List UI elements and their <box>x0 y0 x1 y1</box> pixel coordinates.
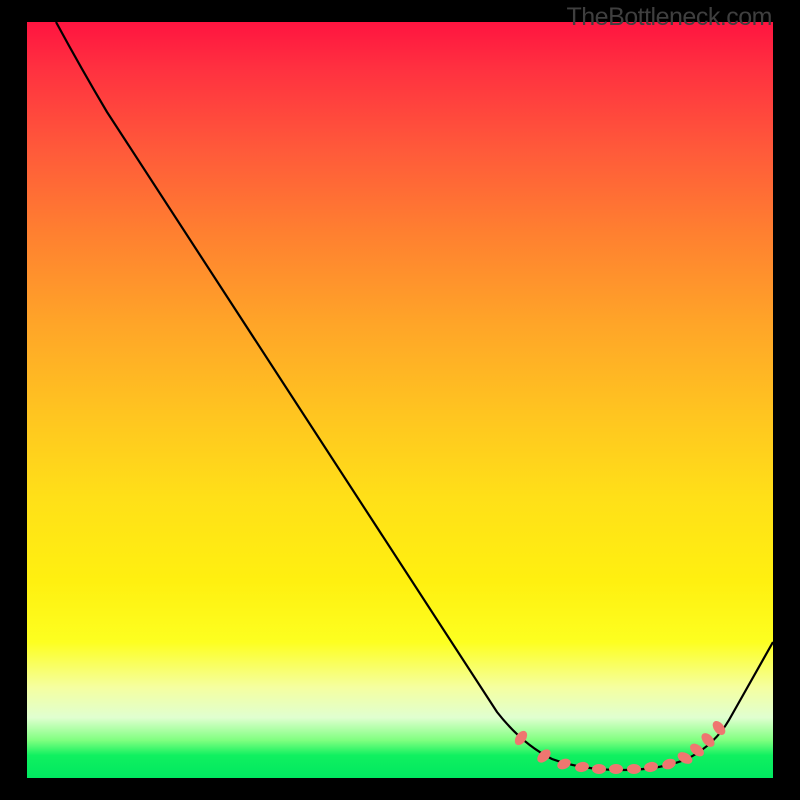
marker <box>627 764 641 774</box>
marker <box>574 761 590 773</box>
chart-svg <box>27 22 773 778</box>
marker <box>592 764 606 774</box>
bottleneck-curve <box>56 22 773 770</box>
marker <box>609 764 623 774</box>
plot-area <box>27 22 773 778</box>
marker-group <box>512 719 728 774</box>
watermark-text: TheBottleneck.com <box>567 3 773 32</box>
marker <box>556 757 573 772</box>
marker <box>661 757 678 771</box>
marker <box>643 761 659 773</box>
chart-container: TheBottleneck.com <box>0 0 800 800</box>
marker <box>676 750 695 767</box>
